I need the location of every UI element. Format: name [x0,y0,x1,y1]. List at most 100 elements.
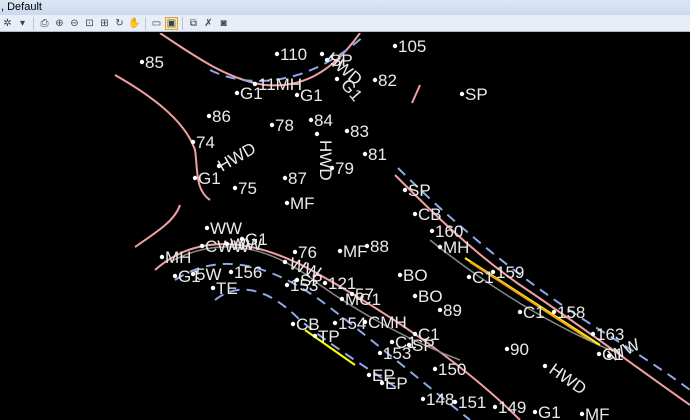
survey-point[interactable] [206,113,212,119]
survey-point[interactable] [517,309,523,315]
survey-point[interactable] [377,350,383,356]
view-previous-button[interactable]: ▭ [150,17,163,30]
survey-point[interactable] [294,92,300,98]
survey-point[interactable] [334,76,340,82]
survey-point[interactable] [437,244,443,250]
survey-point[interactable] [349,291,355,297]
survey-point[interactable] [344,128,350,134]
camera-button[interactable]: ◙ [217,17,230,30]
settings-gear-button[interactable]: ✲ [1,17,14,30]
survey-point[interactable] [402,187,408,193]
point-label: SP [408,181,431,200]
survey-point[interactable] [532,409,538,415]
view-previous-icon: ▭ [151,17,162,29]
point-label: MF [290,194,315,213]
zoom-window-button[interactable]: ⊡ [83,17,96,30]
pan-hand-button[interactable]: ✋ [128,17,141,30]
survey-point[interactable] [366,372,372,378]
point-label: 74 [196,133,215,152]
zoom-extents-button[interactable]: ⊞ [98,17,111,30]
survey-point[interactable] [322,280,328,286]
survey-point[interactable] [190,271,196,277]
survey-point[interactable] [224,241,230,247]
survey-point[interactable] [139,59,145,65]
survey-point[interactable] [389,339,395,345]
survey-point[interactable] [308,117,314,123]
survey-point[interactable] [192,175,198,181]
survey-point[interactable] [596,351,602,357]
point-label: 85 [145,53,164,72]
survey-point[interactable] [492,404,498,410]
survey-point[interactable] [294,277,300,283]
survey-point[interactable] [412,293,418,299]
survey-point[interactable] [432,366,438,372]
cad-drawing-canvas[interactable]: 85 110 SP10511MHG1 G18286 78 8483748179G17587… [0,33,690,420]
survey-point[interactable] [542,363,548,369]
survey-point[interactable] [379,380,385,386]
survey-point[interactable] [234,90,240,96]
point-label: 88 [370,237,389,256]
survey-point[interactable] [437,307,443,313]
survey-point[interactable] [551,309,557,315]
survey-point[interactable] [204,225,210,231]
survey-point[interactable] [337,248,343,254]
survey-point[interactable] [282,259,288,265]
view-active-icon: ▣ [166,17,177,29]
survey-point[interactable] [274,51,280,57]
survey-point[interactable] [362,319,368,325]
survey-point[interactable] [232,185,238,191]
point-label: 75 [238,179,257,198]
survey-point[interactable] [452,399,458,405]
survey-point[interactable] [504,346,510,352]
survey-point[interactable] [159,254,165,260]
settings-gear-icon: ✲ [3,17,12,29]
survey-point[interactable] [466,274,472,280]
survey-point[interactable] [210,285,216,291]
rotate-view-button[interactable]: ↻ [113,17,126,30]
survey-point[interactable] [284,282,290,288]
point-label: 154 [338,314,366,333]
survey-point[interactable] [228,269,234,275]
zoom-out-button[interactable]: ⊖ [68,17,81,30]
survey-point[interactable] [362,151,368,157]
survey-point[interactable] [190,139,196,145]
select-tool-button[interactable]: ✗ [202,17,215,30]
point-label: HWD [316,140,335,181]
point-label: 82 [378,71,397,90]
survey-point[interactable] [319,51,325,57]
survey-point-labels: 85 110 SP10511MHG1 G18286 78 8483748179G17587… [139,37,643,420]
survey-point[interactable] [199,243,205,249]
survey-point[interactable] [372,77,378,83]
survey-point[interactable] [269,122,275,128]
survey-point[interactable] [312,333,318,339]
survey-point[interactable] [290,321,296,327]
survey-point[interactable] [314,131,320,137]
survey-point[interactable] [284,200,290,206]
survey-point[interactable] [172,273,178,279]
survey-point[interactable] [332,320,338,326]
zoom-in-button[interactable]: ⊕ [53,17,66,30]
view-active-button[interactable]: ▣ [165,16,178,30]
dashed-line [397,167,690,391]
camera-icon: ◙ [220,17,227,29]
survey-point[interactable] [339,296,345,302]
survey-point[interactable] [429,228,435,234]
survey-point[interactable] [397,272,403,278]
point-label: BO [403,266,428,285]
dropdown-arrow-button[interactable]: ▾ [16,17,29,30]
toolbar-separator [33,16,34,30]
survey-point[interactable] [392,43,398,49]
point-label: HWD [546,360,590,399]
survey-point[interactable] [420,396,426,402]
print-button[interactable]: ⎙ [38,17,51,30]
copy-view-button[interactable]: ⧉ [187,17,200,30]
survey-point[interactable] [364,243,370,249]
survey-point[interactable] [459,91,465,97]
point-label: 158 [557,303,585,322]
survey-point[interactable] [579,411,585,417]
survey-point[interactable] [282,175,288,181]
point-label: C1 [602,345,624,364]
point-label: 78 [275,116,294,135]
survey-point[interactable] [590,331,596,337]
survey-point[interactable] [412,211,418,217]
